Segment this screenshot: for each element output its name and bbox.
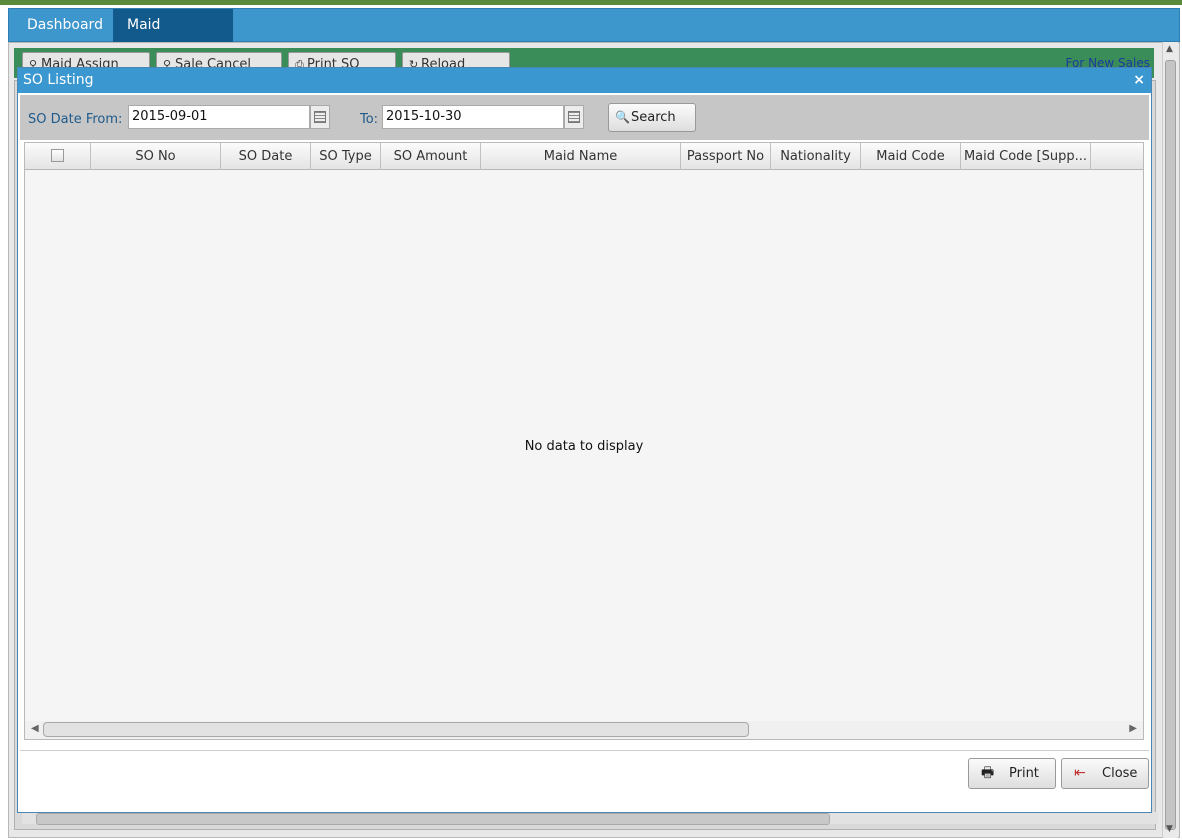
exit-door-icon: ⇤ bbox=[1074, 765, 1086, 781]
background-horizontal-scrollbar[interactable] bbox=[22, 812, 1158, 825]
scroll-right-icon[interactable]: ▶ bbox=[1129, 723, 1137, 734]
search-icon: 🔍 bbox=[615, 110, 630, 124]
print-button[interactable]: 🖶 Print bbox=[968, 758, 1056, 789]
scroll-up-icon[interactable]: ▲ bbox=[1166, 44, 1173, 54]
printer-icon: 🖶 bbox=[981, 765, 995, 781]
close-button-label: Close bbox=[1102, 766, 1138, 781]
date-from-calendar-button[interactable] bbox=[310, 105, 330, 129]
column-maid-code[interactable]: Maid Code bbox=[861, 143, 961, 170]
tab-dashboard-label: Dashboard bbox=[27, 17, 103, 33]
page-vertical-scrollbar[interactable]: ▲ ▼ bbox=[1162, 42, 1178, 838]
column-so-date[interactable]: SO Date bbox=[221, 143, 311, 170]
date-to-calendar-button[interactable] bbox=[564, 105, 584, 129]
column-nationality[interactable]: Nationality bbox=[771, 143, 861, 170]
search-button-label: Search bbox=[631, 110, 676, 125]
column-passport-no[interactable]: Passport No bbox=[681, 143, 771, 170]
tab-maid-assign[interactable]: Maid Assign× bbox=[113, 9, 233, 66]
so-listing-dialog: SO Listing × SO Date From: 2015-09-01 To… bbox=[17, 67, 1152, 813]
so-grid: SO No SO Date SO Type SO Amount Maid Nam… bbox=[24, 142, 1144, 740]
scrollbar-thumb[interactable] bbox=[43, 722, 749, 737]
print-button-label: Print bbox=[1009, 766, 1039, 781]
date-from-input[interactable]: 2015-09-01 bbox=[128, 105, 310, 129]
dialog-close-icon[interactable]: × bbox=[1133, 68, 1145, 93]
search-button[interactable]: 🔍 Search bbox=[608, 103, 696, 132]
calendar-icon bbox=[568, 111, 580, 123]
scroll-left-icon[interactable]: ◀ bbox=[31, 723, 39, 734]
grid-header: SO No SO Date SO Type SO Amount Maid Nam… bbox=[25, 143, 1143, 170]
scrollbar-thumb[interactable] bbox=[1165, 60, 1176, 830]
divider bbox=[20, 750, 1149, 751]
dialog-title: SO Listing bbox=[23, 72, 94, 88]
calendar-icon bbox=[314, 111, 326, 123]
tab-dashboard[interactable]: Dashboard bbox=[13, 9, 113, 42]
scrollbar-thumb[interactable] bbox=[36, 813, 830, 825]
column-so-no[interactable]: SO No bbox=[91, 143, 221, 170]
column-so-amount[interactable]: SO Amount bbox=[381, 143, 481, 170]
grid-horizontal-scrollbar[interactable]: ◀ ▶ bbox=[25, 721, 1143, 739]
close-button[interactable]: ⇤ Close bbox=[1061, 758, 1149, 789]
top-strip bbox=[0, 0, 1182, 5]
dialog-header: SO Listing × bbox=[18, 68, 1151, 93]
tab-bar: Dashboard Maid Assign× bbox=[8, 8, 1180, 66]
column-so-type[interactable]: SO Type bbox=[311, 143, 381, 170]
scroll-down-icon[interactable]: ▼ bbox=[1166, 824, 1173, 834]
column-maid-name[interactable]: Maid Name bbox=[481, 143, 681, 170]
date-to-input[interactable]: 2015-10-30 bbox=[382, 105, 564, 129]
empty-message: No data to display bbox=[524, 439, 644, 454]
date-to-label: To: bbox=[360, 112, 379, 127]
filter-bar: SO Date From: 2015-09-01 To: 2015-10-30 … bbox=[20, 95, 1149, 140]
select-all-checkbox[interactable] bbox=[51, 149, 64, 162]
select-all-column bbox=[25, 143, 91, 170]
column-maid-code-supplier[interactable]: Maid Code [Supp... bbox=[961, 143, 1091, 170]
date-from-label: SO Date From: bbox=[28, 112, 123, 127]
